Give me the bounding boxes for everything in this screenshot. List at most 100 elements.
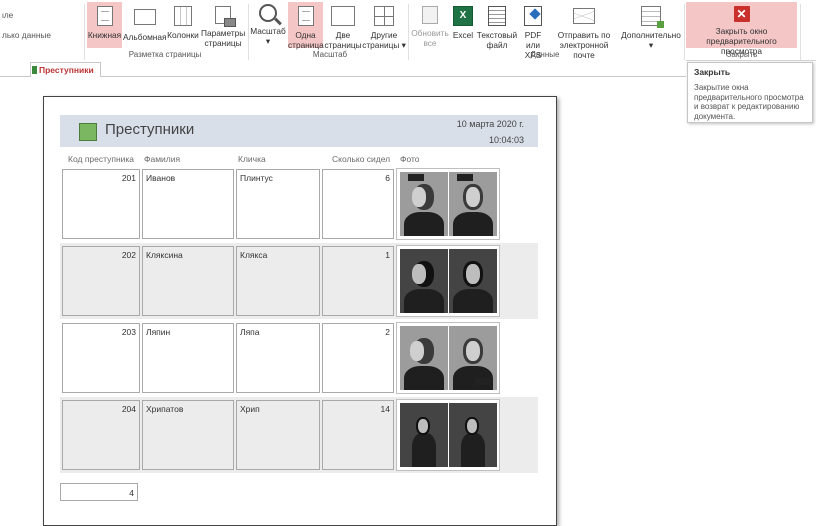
- mugshot-profile: [400, 249, 448, 313]
- cell-served: 1: [322, 246, 394, 316]
- group-label-data: Данные: [530, 50, 560, 59]
- pdf-export-button[interactable]: PDF или XPS: [518, 2, 548, 60]
- close-preview-button[interactable]: ✕ Закрыть окно предварительного просмотр…: [686, 2, 797, 56]
- zoom-button[interactable]: Масштаб ▾: [250, 2, 286, 48]
- portrait-label: Книжная: [87, 30, 122, 40]
- landscape-button[interactable]: Альбомная: [123, 2, 166, 48]
- close-preview-label-1: Закрыть окно: [715, 26, 768, 36]
- more-export-button[interactable]: Дополнительно ▾: [620, 2, 682, 50]
- group-label-close: Закрыть: [726, 50, 758, 59]
- excel-export-button[interactable]: X Excel: [450, 2, 476, 48]
- text-file-label-2: файл: [486, 40, 508, 50]
- group-label-zoom: Масштаб: [312, 50, 348, 59]
- two-pages-label-2: страницы: [324, 40, 362, 50]
- landscape-label: Альбомная: [123, 32, 167, 42]
- cell-code: 201: [62, 169, 140, 239]
- single-page-icon: [297, 6, 314, 26]
- zoom-label-2: ▾: [265, 36, 271, 46]
- one-page-label-1: Одна: [295, 30, 316, 40]
- two-pages-icon: [331, 6, 355, 26]
- mugshot-front: [449, 326, 497, 390]
- cell-nickname: Хрип: [236, 400, 320, 470]
- two-pages-label-1: Две: [335, 30, 351, 40]
- cell-served: 14: [322, 400, 394, 470]
- ribbon-separator: [84, 4, 85, 60]
- table-row: 202 Кляксина Клякса 1: [60, 243, 538, 319]
- cell-served: 2: [322, 323, 394, 393]
- more-label-1: Дополнительно: [621, 30, 681, 40]
- more-pages-button[interactable]: Другие страницы ▾: [362, 2, 406, 50]
- one-page-button[interactable]: Одна страница: [288, 2, 324, 50]
- report-date: 10 марта 2020 г.: [456, 119, 524, 129]
- ribbon: ιле лько данные Книжная Альбомная Колонк…: [0, 0, 816, 61]
- text-file-export-button[interactable]: Текстовый файл: [476, 2, 518, 50]
- mugshot-photo: [396, 245, 500, 317]
- email-icon: [573, 8, 595, 24]
- tooltip-title: Закрыть: [694, 67, 731, 77]
- page-setup-button[interactable]: Параметры страницы: [201, 2, 245, 48]
- mugshot-profile: [400, 172, 448, 236]
- column-header-served: Сколько сидел: [332, 154, 391, 164]
- magnifier-icon: [259, 4, 277, 22]
- close-icon: ✕: [733, 6, 750, 22]
- report-icon: [79, 123, 97, 141]
- more-pages-label-1: Другие: [370, 30, 398, 40]
- portrait-button[interactable]: Книжная: [87, 2, 122, 48]
- excel-icon: X: [453, 6, 473, 26]
- group-label-page-layout: Разметка страницы: [128, 50, 202, 59]
- tooltip-body: Закрытие окна предварительного просмотра…: [694, 83, 804, 121]
- email-label-1: Отправить по: [557, 30, 611, 40]
- pdf-icon: [524, 6, 542, 26]
- cell-code: 204: [62, 400, 140, 470]
- excel-label: Excel: [452, 30, 474, 40]
- refresh-label-2: все: [423, 38, 437, 48]
- page-setup-label-2: страницы: [204, 38, 242, 48]
- ribbon-separator: [248, 4, 249, 60]
- more-export-icon: [641, 6, 664, 28]
- cell-surname: Иванов: [142, 169, 234, 239]
- column-header-photo: Фото: [400, 154, 420, 164]
- columns-icon: [174, 6, 192, 26]
- cell-nickname: Клякса: [236, 246, 320, 316]
- cell-nickname: Плинтус: [236, 169, 320, 239]
- landscape-page-icon: [133, 9, 156, 25]
- ribbon-separator: [408, 4, 409, 60]
- refresh-label-1: Обновить: [411, 28, 449, 38]
- cell-surname: Кляксина: [142, 246, 234, 316]
- column-header-surname: Фамилия: [144, 154, 181, 164]
- cell-surname: Хрипатов: [142, 400, 234, 470]
- zoom-label-1: Масштаб: [250, 26, 286, 36]
- columns-label: Колонки: [167, 30, 199, 40]
- cell-surname: Ляпин: [142, 323, 234, 393]
- multiple-pages-icon: [374, 6, 394, 26]
- portrait-page-icon: [96, 6, 113, 26]
- columns-button[interactable]: Колонки: [166, 2, 200, 48]
- mugshot-photo: [396, 168, 500, 240]
- cell-code: 203: [62, 323, 140, 393]
- close-tooltip: Закрыть Закрытие окна предварительного п…: [687, 62, 813, 123]
- mugshot-photo: [396, 399, 500, 471]
- record-count: 4: [60, 483, 138, 501]
- document-tab-bar: [0, 60, 686, 77]
- two-pages-button[interactable]: Две страницы: [324, 2, 362, 50]
- mugshot-full-body: [400, 403, 448, 467]
- refresh-all-button[interactable]: Обновить все: [410, 2, 450, 48]
- more-pages-label-2: страницы ▾: [362, 40, 406, 50]
- mugshot-front: [449, 249, 497, 313]
- cell-code: 202: [62, 246, 140, 316]
- email-button[interactable]: Отправить по электронной почте: [549, 2, 619, 60]
- one-page-label-2: страница: [288, 40, 324, 50]
- tab-prestupniki[interactable]: Преступники: [30, 62, 101, 78]
- table-row: 201 Иванов Плинтус 6: [60, 166, 538, 242]
- page-setup-icon: [215, 6, 236, 27]
- report-header: Преступники 10 марта 2020 г. 10:04:03: [60, 115, 538, 147]
- cell-nickname: Ляпа: [236, 323, 320, 393]
- column-header-nickname: Кличка: [238, 154, 266, 164]
- cell-served: 6: [322, 169, 394, 239]
- table-row: 204 Хрипатов Хрип 14: [60, 397, 538, 473]
- text-file-icon: [488, 6, 506, 26]
- ribbon-separator: [684, 4, 685, 60]
- page-setup-label-1: Параметры: [201, 28, 246, 38]
- mugshot-photo: [396, 322, 500, 394]
- report-title: Преступники: [105, 121, 195, 138]
